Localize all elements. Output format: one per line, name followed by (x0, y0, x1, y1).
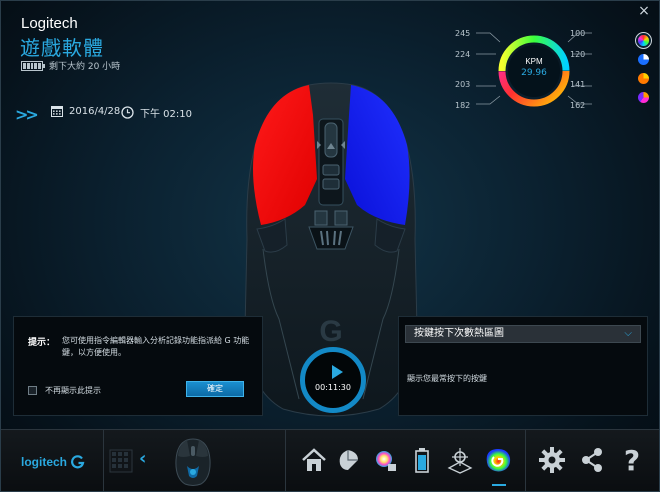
clock-icon (121, 106, 134, 119)
logo-text: logitech (21, 455, 68, 469)
dont-show-again-label[interactable]: 不再顯示此提示 (45, 385, 101, 396)
keyboard-device-thumbnail[interactable] (105, 444, 137, 478)
palette-purple-option[interactable] (638, 92, 649, 103)
session-time: 下午 02:10 (121, 105, 192, 120)
chevron-left-icon[interactable]: ‹ (139, 448, 146, 469)
svg-text:?: ? (624, 445, 640, 475)
home-button[interactable] (297, 440, 331, 480)
gaming-mouse-icon (175, 438, 211, 486)
tip-panel: 提示： 您可使用指令編輯器輸入分析記錄功能指派給 G 功能鍵，以方便使用。 不再… (13, 316, 263, 416)
kpm-value: 29.96 (521, 68, 547, 78)
timer-text: 00:11:30 (315, 383, 351, 392)
battery-status-icon (415, 448, 429, 473)
help-button[interactable]: ? (615, 440, 649, 480)
share-button[interactable] (575, 440, 609, 480)
close-button[interactable]: × (637, 3, 651, 19)
tip-label: 提示： (28, 338, 56, 348)
mouse-device-thumbnail[interactable] (167, 436, 219, 488)
share-icon (582, 448, 602, 472)
play-icon[interactable] (332, 365, 343, 379)
kpm-tick-label: 203 (455, 80, 471, 89)
heatmap-description: 顯示您最常按下的按鍵 (407, 374, 487, 383)
lighting-icon (376, 451, 396, 471)
home-icon (302, 448, 326, 471)
keyboard-icon (109, 449, 133, 473)
battery-icon (21, 60, 45, 71)
kpm-tick-label: 182 (455, 101, 471, 110)
session-timer: 00:11:30 (300, 347, 366, 413)
expand-panel-button[interactable]: >> (15, 105, 39, 124)
surface-tuning-button[interactable] (443, 440, 477, 480)
toolbar-divider (285, 430, 286, 491)
bottom-toolbar: logitech ‹ ? (1, 429, 659, 491)
customize-buttons-button[interactable] (331, 440, 365, 480)
app-window: × Logitech 遊戲軟體 剩下大約 20 小時 >> 2016/4/28 … (0, 0, 660, 492)
battery-text: 剩下大約 20 小時 (49, 62, 121, 72)
active-tab-indicator (492, 484, 506, 486)
kpm-tick-label: 245 (455, 29, 471, 38)
help-icon: ? (624, 445, 640, 475)
session-date: 2016/4/28 (51, 105, 120, 117)
date-text: 2016/4/28 (69, 105, 121, 117)
time-text: 下午 02:10 (140, 109, 192, 120)
brand-name: Logitech (21, 15, 78, 32)
palette-orange-option[interactable] (638, 73, 649, 84)
svg-text:G: G (319, 315, 342, 348)
calendar-icon (51, 106, 63, 117)
gear-icon (539, 447, 565, 473)
battery-button[interactable] (405, 440, 439, 480)
chevron-down-icon[interactable]: ⌵ (624, 326, 632, 342)
toolbar-divider (103, 430, 104, 491)
settings-button[interactable] (535, 440, 569, 480)
mouse-buttons-icon (339, 450, 358, 470)
surface-tuning-icon (447, 448, 473, 474)
g-logo-icon (71, 455, 85, 469)
logitech-logo: logitech (21, 455, 85, 469)
palette-rainbow-option[interactable] (638, 35, 649, 46)
lighting-button[interactable] (367, 440, 401, 480)
heatmap-icon (486, 449, 511, 472)
kpm-gauge: 245 224 203 182 100 120 141 162 KPM 29.9… (449, 25, 639, 115)
heatmap-type-select[interactable]: 按鍵按下次數熱區圖 ⌵ (405, 325, 641, 343)
kpm-readout: KPM 29.96 (513, 57, 555, 78)
dont-show-again-row[interactable]: 不再顯示此提示 (28, 385, 101, 396)
battery-status: 剩下大約 20 小時 (21, 59, 120, 72)
heatmap-panel: 按鍵按下次數熱區圖 ⌵ 顯示您最常按下的按鍵 (398, 316, 648, 416)
palette-blue-option[interactable] (638, 54, 649, 65)
ok-button[interactable]: 確定 (186, 381, 244, 397)
kpm-title: KPM (525, 57, 543, 66)
dont-show-again-checkbox[interactable] (28, 386, 37, 395)
heatmap-type-value: 按鍵按下次數熱區圖 (414, 328, 504, 339)
heatmap-button[interactable] (481, 440, 515, 480)
toolbar-divider (525, 430, 526, 491)
tip-text: 您可使用指令編輯器輸入分析記錄功能指派給 G 功能鍵，以方便使用。 (62, 336, 250, 357)
heatmap-palette-selector (638, 35, 649, 103)
kpm-tick-label: 224 (455, 50, 471, 59)
app-title: 遊戲軟體 (20, 36, 104, 60)
